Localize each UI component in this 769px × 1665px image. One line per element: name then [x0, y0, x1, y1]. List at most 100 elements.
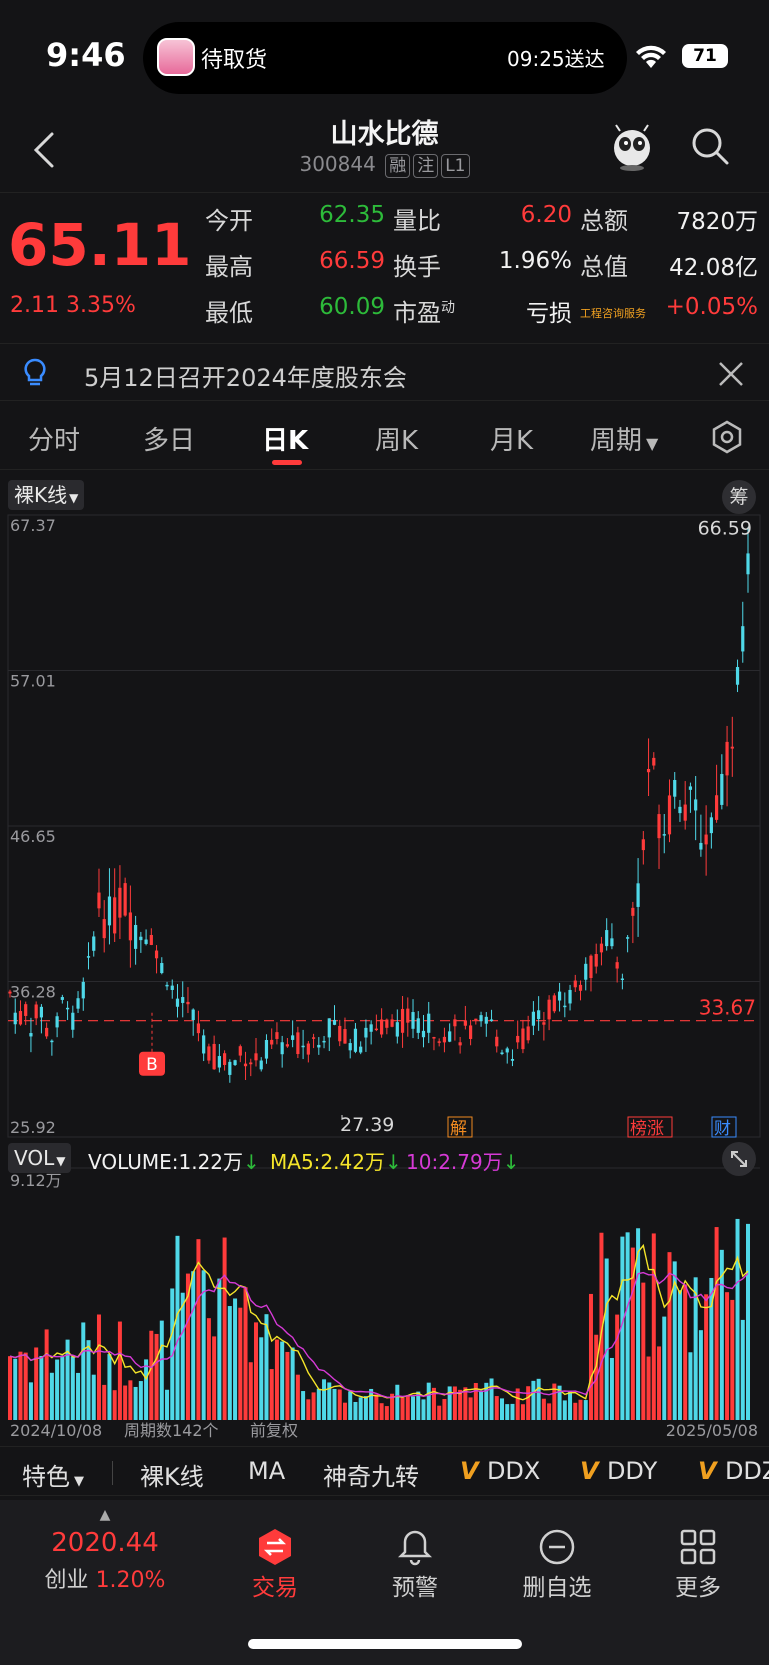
expand-icon[interactable]: [722, 1142, 756, 1176]
volume-bar: [306, 1399, 311, 1420]
volume-bar: [259, 1337, 264, 1420]
delivery-app-icon: [157, 38, 195, 76]
special-indicator-select[interactable]: 特色 ▼: [22, 1457, 84, 1492]
tag-level1[interactable]: L1: [441, 154, 470, 178]
robot-assistant-icon[interactable]: [610, 122, 654, 172]
candle-body: [735, 667, 740, 685]
volume-bar: [322, 1379, 327, 1420]
settings-icon[interactable]: [710, 420, 744, 454]
tab-period-dropdown[interactable]: 周期 ▼: [590, 420, 658, 457]
end-date: 2025/05/08: [666, 1421, 758, 1440]
divider: [112, 1461, 113, 1485]
search-icon[interactable]: [690, 126, 730, 166]
candle-body: [714, 795, 719, 820]
candle-body: [599, 943, 604, 953]
candle-body: [741, 626, 745, 652]
candle-body: [55, 1016, 59, 1028]
candle-body: [605, 930, 609, 947]
volume-bar: [683, 1284, 688, 1420]
tab-weekly-k[interactable]: 周K: [375, 420, 418, 457]
candle-body: [186, 1001, 190, 1005]
candle-body: [421, 1030, 426, 1038]
volume-bar: [588, 1293, 593, 1420]
notice-bar[interactable]: 5月12日召开2024年度股东会: [0, 345, 769, 401]
candle-body: [683, 804, 687, 821]
volume-bar: [70, 1356, 75, 1420]
candle-body: [563, 1005, 567, 1008]
tag-registration[interactable]: 注: [413, 154, 439, 178]
volume-bar: [332, 1388, 337, 1420]
index-ticker[interactable]: ▲ 2020.44 创业 1.20%: [40, 1508, 170, 1594]
volume-bar: [138, 1381, 143, 1420]
volume-bar: [206, 1318, 211, 1420]
close-icon[interactable]: [718, 361, 744, 387]
indicator-magic-nine[interactable]: 神奇九转: [323, 1457, 419, 1492]
volume-bar: [280, 1341, 285, 1420]
index-info: 创业 1.20%: [40, 1562, 170, 1594]
volume-bar: [165, 1389, 170, 1420]
chip-distribution-button[interactable]: 筹: [722, 480, 756, 514]
candle-body: [510, 1058, 515, 1061]
value-volume-ratio: 6.20: [520, 202, 572, 228]
candle-body: [662, 834, 666, 836]
volume-bar: [238, 1307, 243, 1420]
nav-trade[interactable]: 交易: [215, 1500, 335, 1610]
candle-body: [291, 1035, 295, 1040]
indicator-ddx[interactable]: V DDX: [460, 1457, 540, 1485]
candle-body: [76, 998, 80, 1009]
volume-bar: [411, 1396, 416, 1420]
chart-labels: 67.37 57.01 46.65 36.28 25.92 33.67 66.59 27.39…: [10, 516, 758, 1440]
candle-body: [636, 883, 640, 907]
indicator-ddy[interactable]: V DDY: [580, 1457, 657, 1485]
nav-alert[interactable]: 预警: [355, 1500, 475, 1610]
indicator-ddz[interactable]: V DDZ: [698, 1457, 769, 1485]
volume-bar: [295, 1374, 300, 1420]
tab-multi-day[interactable]: 多日: [143, 420, 195, 457]
volume-bar: [730, 1299, 735, 1420]
candle-body: [60, 997, 64, 1000]
dynamic-island[interactable]: 待取货 09:25送达: [143, 22, 627, 94]
kline-chart[interactable]: 67.37 57.01 46.65 36.28 25.92 33.67 66.59 27.39…: [0, 510, 769, 1440]
tag-margin[interactable]: 融: [385, 154, 411, 178]
indicator-ma[interactable]: MA: [248, 1457, 285, 1485]
grid-icon: [680, 1529, 716, 1565]
volume-bar: [13, 1358, 18, 1420]
event-tag: 榜涨: [630, 1119, 664, 1139]
tab-monthly-k[interactable]: 月K: [490, 420, 533, 457]
volume-bar: [159, 1320, 164, 1420]
candle-body: [249, 1062, 253, 1065]
kline-type-select[interactable]: 裸K线 ▼: [8, 480, 85, 510]
volume-axis-max: 9.12万: [10, 1171, 62, 1190]
volume-bar: [693, 1277, 698, 1420]
price-axis-label: 25.92: [10, 1118, 56, 1137]
candle-body: [557, 991, 562, 1001]
indicator-bar: 特色 ▼ 裸K线 MA 神奇九转 V DDX V DDY V DDZ: [0, 1446, 769, 1496]
candle-body: [720, 773, 724, 805]
candle-body: [432, 1037, 436, 1039]
volume-bar: [458, 1389, 463, 1420]
nav-remove-watchlist[interactable]: 删自选: [497, 1500, 617, 1610]
volume-bar: [395, 1384, 400, 1420]
volume-bar: [28, 1382, 33, 1420]
candle-body: [416, 1018, 420, 1033]
tab-intraday[interactable]: 分时: [28, 420, 80, 457]
label-volume-ratio: 量比: [393, 207, 441, 235]
nav-more[interactable]: 更多: [638, 1500, 758, 1610]
volume-indicator-select[interactable]: VOL ▼: [8, 1143, 72, 1173]
volume-bar: [107, 1354, 112, 1420]
volume-bar: [96, 1314, 101, 1420]
candle-body: [86, 956, 91, 958]
volume-bar: [568, 1390, 573, 1420]
candle-body: [311, 1037, 316, 1039]
start-date: 2024/10/08: [10, 1421, 102, 1440]
volume-bar: [505, 1404, 510, 1420]
volume-bar: [515, 1388, 520, 1420]
industry-label[interactable]: 工程咨询服务: [580, 305, 646, 321]
period-low-label: 27.39: [340, 1114, 394, 1136]
volume-bar: [154, 1333, 159, 1420]
candle-body: [531, 1011, 536, 1026]
tab-daily-k[interactable]: 日K: [262, 420, 308, 457]
island-delivery-time: 09:25送达: [507, 47, 605, 71]
indicator-kline[interactable]: 裸K线: [140, 1457, 204, 1492]
adjust-type: 前复权: [250, 1421, 298, 1440]
